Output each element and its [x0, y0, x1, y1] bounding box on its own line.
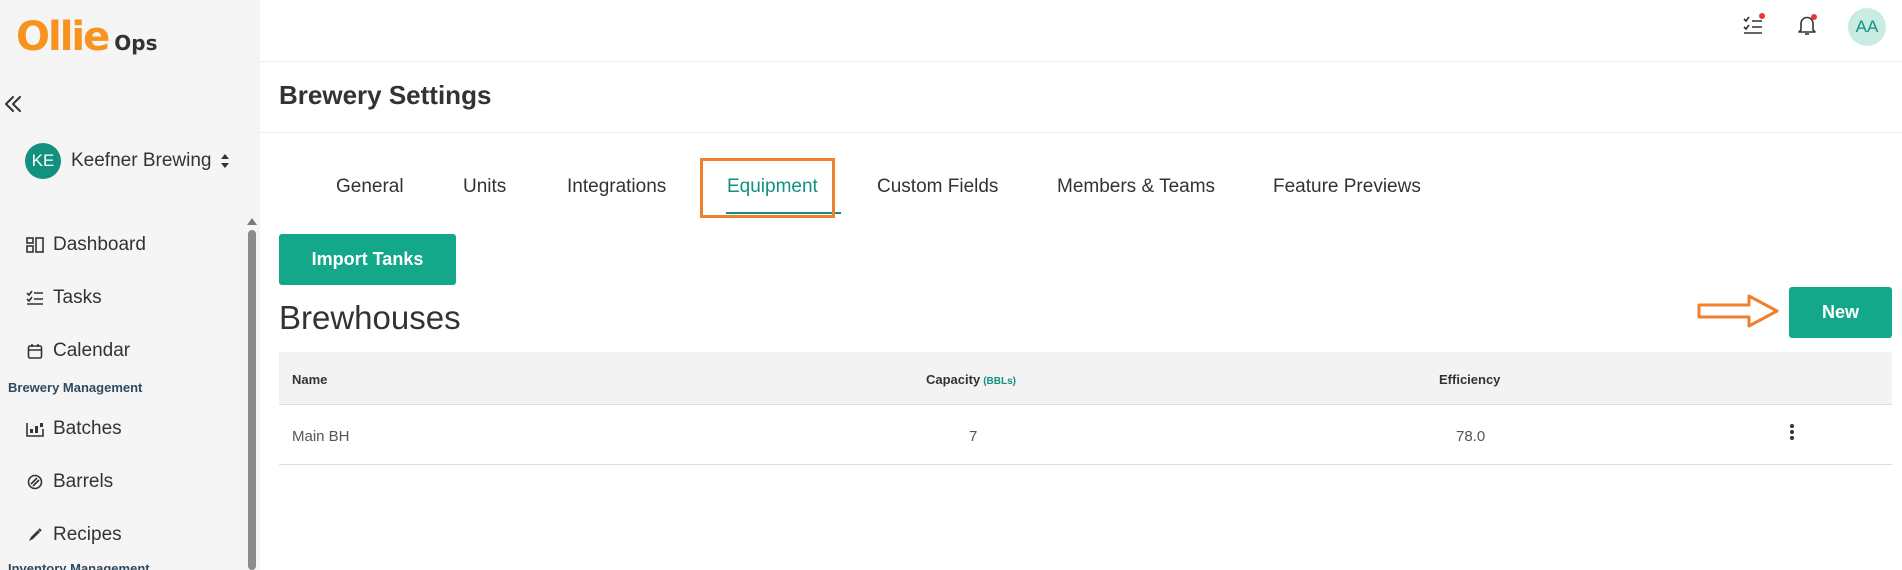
sidebar-item-label: Batches	[53, 418, 122, 439]
table-row[interactable]: Main BH 7 78.0	[279, 406, 1892, 465]
column-header-capacity[interactable]: Capacity (BBLs)	[926, 372, 1016, 387]
table-header: Name Capacity (BBLs) Efficiency	[279, 352, 1892, 405]
tab-general[interactable]: General	[336, 176, 404, 198]
scroll-up-arrow-icon[interactable]	[247, 218, 257, 225]
org-avatar: KE	[25, 143, 61, 179]
title-divider	[260, 132, 1902, 133]
batches-icon	[25, 419, 45, 439]
column-header-capacity-label: Capacity	[926, 372, 981, 387]
tab-integrations[interactable]: Integrations	[567, 176, 666, 198]
sort-icon	[221, 154, 230, 168]
calendar-icon	[25, 341, 45, 361]
tab-feature-previews[interactable]: Feature Previews	[1273, 176, 1421, 198]
cell-name: Main BH	[292, 428, 350, 445]
logo-main-text: Ollie	[16, 14, 110, 60]
task-list-icon[interactable]	[1741, 12, 1767, 38]
sidebar-item-dashboard[interactable]: Dashboard	[25, 234, 146, 256]
import-tanks-button[interactable]: Import Tanks	[279, 234, 456, 285]
page-title: Brewery Settings	[279, 80, 492, 110]
annotation-arrow-icon	[1697, 294, 1779, 328]
row-actions-menu-icon[interactable]	[1781, 420, 1803, 444]
cell-capacity: 7	[969, 428, 978, 445]
new-brewhouse-button[interactable]: New	[1789, 287, 1892, 338]
org-name: Keefner Brewing	[71, 150, 212, 171]
section-heading-brewhouses: Brewhouses	[279, 299, 461, 336]
capacity-unit: (BBLs)	[983, 376, 1016, 387]
sidebar-scrollbar[interactable]	[246, 218, 258, 570]
barrels-icon	[25, 472, 45, 492]
notification-bell-icon[interactable]	[1794, 12, 1820, 38]
column-header-efficiency[interactable]: Efficiency	[1439, 372, 1500, 387]
recipes-icon	[25, 525, 45, 545]
tab-units[interactable]: Units	[463, 176, 506, 198]
sidebar-item-label: Barrels	[53, 471, 114, 492]
section-label-brewery-management: Brewery Management	[8, 380, 143, 395]
top-bar	[260, 0, 1902, 62]
sidebar-item-label: Dashboard	[53, 234, 146, 255]
sidebar-item-tasks[interactable]: Tasks	[25, 287, 102, 309]
sidebar-item-recipes[interactable]: Recipes	[25, 524, 122, 546]
dashboard-icon	[25, 235, 45, 255]
tab-members-teams[interactable]: Members & Teams	[1057, 176, 1215, 198]
sidebar-item-label: Recipes	[53, 524, 122, 545]
org-switcher[interactable]: KE Keefner Brewing	[25, 143, 231, 179]
logo-sub-text: Ops	[114, 31, 158, 55]
sidebar-item-label: Calendar	[53, 340, 131, 361]
user-avatar[interactable]: AA	[1848, 8, 1886, 46]
sidebar-item-calendar[interactable]: Calendar	[25, 340, 130, 362]
cell-efficiency: 78.0	[1456, 428, 1486, 445]
sidebar-item-barrels[interactable]: Barrels	[25, 471, 113, 493]
section-label-inventory-management: Inventory Management	[8, 561, 150, 570]
tasks-icon	[25, 288, 45, 308]
tab-custom-fields[interactable]: Custom Fields	[877, 176, 998, 198]
annotation-highlight-box	[700, 158, 835, 218]
sidebar-item-label: Tasks	[53, 287, 102, 308]
logo[interactable]: Ollie Ops	[16, 14, 158, 60]
column-header-name[interactable]: Name	[292, 372, 327, 387]
sidebar: Ollie Ops KE Keefner Brewing Dashboard T…	[0, 0, 260, 570]
scrollbar-thumb[interactable]	[248, 230, 256, 570]
sidebar-item-batches[interactable]: Batches	[25, 418, 122, 440]
collapse-sidebar-icon[interactable]	[2, 92, 24, 116]
